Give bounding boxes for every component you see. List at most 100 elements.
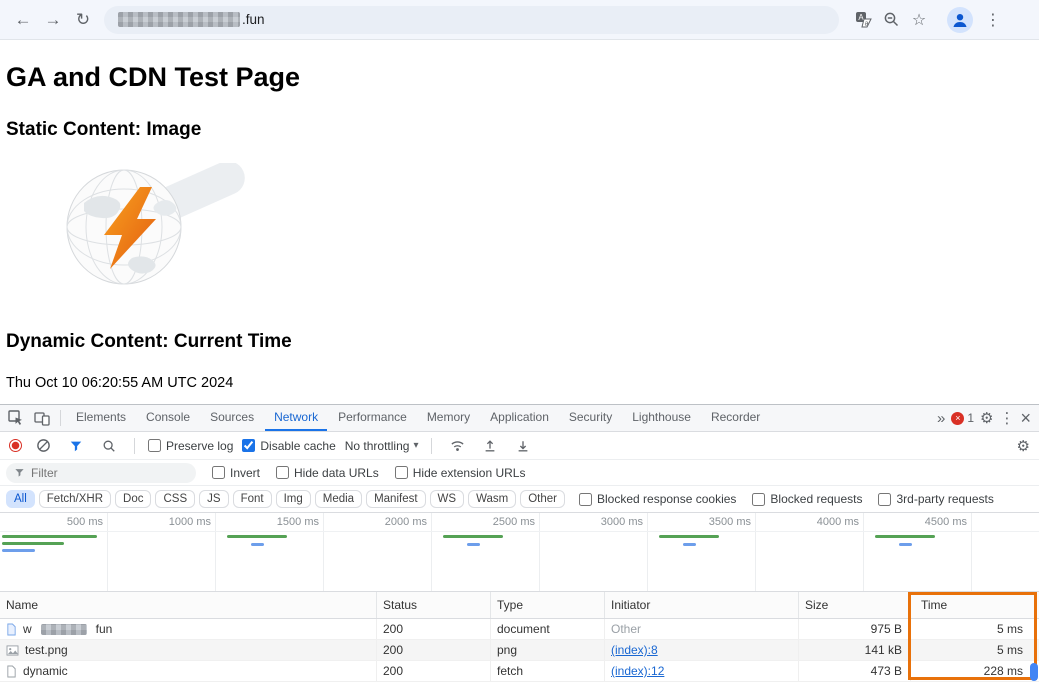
blocked-response-cookies-checkbox[interactable]: Blocked response cookies	[579, 492, 736, 506]
third-party-requests-checkbox[interactable]: 3rd-party requests	[878, 492, 994, 506]
devtools-tabbar: Elements Console Sources Network Perform…	[0, 405, 1039, 432]
waterfall-bar	[875, 535, 935, 538]
chip-media[interactable]: Media	[314, 490, 363, 508]
divider	[431, 437, 433, 454]
inspect-element-icon[interactable]	[4, 407, 28, 429]
filter-funnel-icon[interactable]	[64, 435, 88, 457]
requests-table-header: Name Status Type Initiator Size Time	[0, 592, 1039, 619]
chip-all[interactable]: All	[6, 490, 35, 508]
tab-lighthouse[interactable]: Lighthouse	[623, 405, 700, 431]
table-row[interactable]: dynamic 200 fetch (index):12 473 B 228 m…	[0, 661, 1039, 682]
type-cell: document	[491, 619, 605, 639]
hide-data-urls-checkbox[interactable]: Hide data URLs	[276, 466, 379, 480]
network-conditions-icon[interactable]	[445, 435, 469, 457]
chip-fetch-xhr[interactable]: Fetch/XHR	[38, 490, 112, 508]
browser-menu-icon[interactable]: ⋮	[979, 6, 1007, 34]
hide-extension-urls-input[interactable]	[394, 466, 408, 479]
tab-elements[interactable]: Elements	[67, 405, 135, 431]
bookmark-star-icon[interactable]: ☆	[905, 6, 933, 34]
initiator-link[interactable]: (index):8	[611, 643, 658, 657]
network-settings-gear-icon[interactable]: ⚙	[1017, 437, 1030, 455]
tab-performance[interactable]: Performance	[329, 405, 416, 431]
export-har-icon[interactable]	[511, 435, 535, 457]
network-toolbar: Preserve log Disable cache No throttling…	[0, 432, 1039, 460]
tab-sources[interactable]: Sources	[201, 405, 263, 431]
address-bar[interactable]: .fun	[104, 5, 839, 34]
chip-ws[interactable]: WS	[429, 490, 465, 508]
reload-button[interactable]: ↻	[68, 5, 98, 35]
chip-doc[interactable]: Doc	[115, 490, 152, 508]
tab-network[interactable]: Network	[265, 405, 328, 431]
blocked-requests-checkbox[interactable]: Blocked requests	[752, 492, 862, 506]
chip-wasm[interactable]: Wasm	[468, 490, 517, 508]
current-time-text: Thu Oct 10 06:20:55 AM UTC 2024	[6, 375, 234, 391]
tab-security[interactable]: Security	[560, 405, 621, 431]
waterfall-bar	[227, 535, 287, 538]
import-har-icon[interactable]	[478, 435, 502, 457]
devtools-close-icon[interactable]: ×	[1020, 408, 1031, 429]
chip-js[interactable]: JS	[199, 490, 229, 508]
third-party-requests-input[interactable]	[878, 492, 892, 506]
tab-memory[interactable]: Memory	[418, 405, 479, 431]
disable-cache-input[interactable]	[242, 439, 256, 452]
network-filter-row: Invert Hide data URLs Hide extension URL…	[0, 460, 1039, 486]
column-header-initiator[interactable]: Initiator	[605, 592, 799, 618]
status-cell: 200	[377, 661, 491, 681]
funnel-icon	[15, 469, 24, 477]
initiator-cell: (index):8	[605, 640, 799, 660]
filter-input[interactable]	[31, 465, 171, 480]
back-button[interactable]: ←	[8, 5, 38, 35]
size-cell: 975 B	[799, 619, 911, 639]
waterfall-bar	[2, 542, 64, 545]
waterfall-bar	[683, 543, 696, 546]
preserve-log-checkbox[interactable]: Preserve log	[148, 439, 233, 453]
column-header-type[interactable]: Type	[491, 592, 605, 618]
request-type-filters: All Fetch/XHR Doc CSS JS Font Img Media …	[0, 486, 1039, 513]
forward-button[interactable]: →	[38, 5, 68, 35]
waterfall-bar	[2, 535, 97, 538]
chip-font[interactable]: Font	[232, 490, 272, 508]
tab-console[interactable]: Console	[137, 405, 199, 431]
throttling-select[interactable]: No throttling ▾	[345, 439, 419, 453]
chip-manifest[interactable]: Manifest	[366, 490, 426, 508]
invert-input[interactable]	[212, 466, 225, 479]
table-row[interactable]: w fun 200 document Other 975 B 5 ms	[0, 619, 1039, 640]
initiator-cell: Other	[605, 619, 799, 639]
more-tabs-icon[interactable]: »	[937, 410, 945, 427]
preserve-log-input[interactable]	[148, 439, 161, 452]
blocked-response-cookies-input[interactable]	[579, 492, 592, 506]
column-header-time[interactable]: Time	[911, 592, 1039, 618]
chip-other[interactable]: Other	[520, 490, 565, 508]
hide-extension-urls-checkbox[interactable]: Hide extension URLs	[394, 466, 525, 480]
column-header-status[interactable]: Status	[377, 592, 491, 618]
devtools-menu-icon[interactable]: ⋮	[999, 409, 1014, 427]
table-row[interactable]: test.png 200 png (index):8 141 kB 5 ms	[0, 640, 1039, 661]
search-icon[interactable]	[97, 435, 121, 457]
console-error-badge[interactable]: × 1	[951, 411, 974, 425]
blocked-requests-input[interactable]	[752, 492, 766, 506]
translate-icon[interactable]: Aa	[849, 6, 877, 34]
url-suffix: .fun	[242, 12, 265, 27]
time-cell: 228 ms	[983, 664, 1023, 678]
tab-recorder[interactable]: Recorder	[702, 405, 769, 431]
devtools-settings-gear-icon[interactable]: ⚙	[980, 409, 993, 427]
chip-img[interactable]: Img	[275, 490, 311, 508]
chip-css[interactable]: CSS	[155, 490, 196, 508]
initiator-link[interactable]: (index):12	[611, 664, 664, 678]
zoom-icon[interactable]	[877, 6, 905, 34]
column-header-size[interactable]: Size	[799, 592, 911, 618]
invert-checkbox[interactable]: Invert	[212, 466, 260, 480]
divider	[60, 410, 61, 426]
hide-data-urls-input[interactable]	[276, 466, 290, 479]
column-header-name[interactable]: Name	[0, 592, 377, 618]
waterfall-bar	[251, 543, 264, 546]
scrollbar-thumb[interactable]	[1030, 663, 1038, 681]
tab-application[interactable]: Application	[481, 405, 558, 431]
disable-cache-checkbox[interactable]: Disable cache	[242, 439, 336, 453]
filter-input-pill[interactable]	[6, 462, 196, 483]
record-button[interactable]	[9, 439, 22, 452]
profile-avatar[interactable]	[947, 6, 973, 33]
clear-network-log-icon[interactable]	[31, 435, 55, 457]
device-toolbar-icon[interactable]	[30, 407, 54, 429]
network-overview-timeline[interactable]: 500 ms 1000 ms 1500 ms 2000 ms 2500 ms 3…	[0, 513, 1039, 592]
